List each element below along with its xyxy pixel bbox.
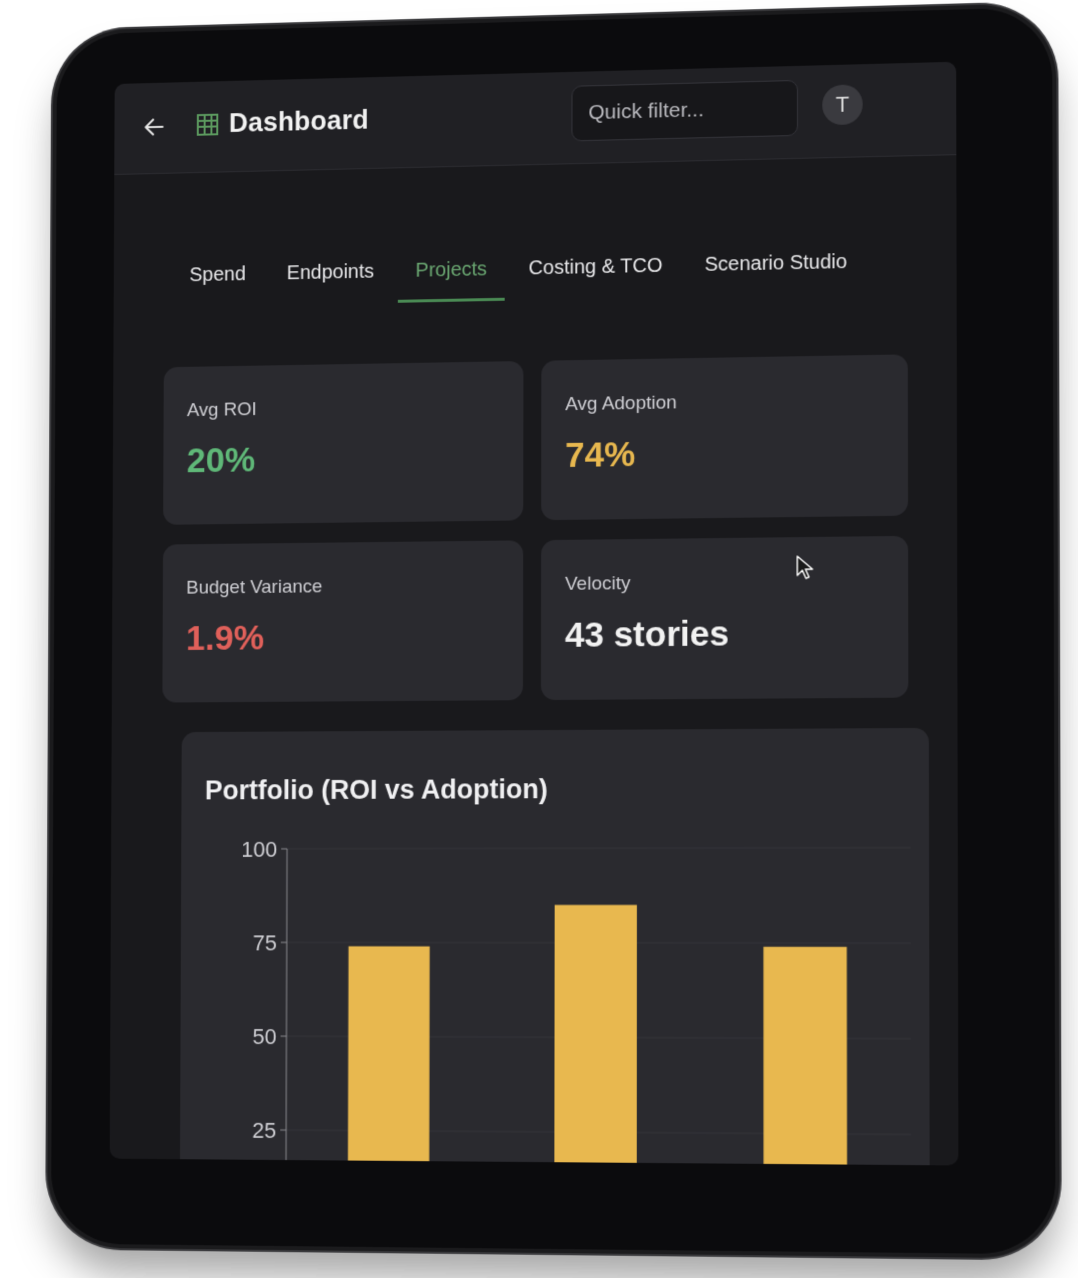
page-title: Dashboard — [228, 104, 369, 138]
table-grid-icon — [196, 112, 219, 136]
portfolio-bar-chart: 25 50 75 100 — [241, 839, 930, 1166]
title-group: Dashboard — [196, 105, 369, 140]
tab-scenario-studio[interactable]: Scenario Studio — [687, 251, 866, 298]
tab-costing-tco[interactable]: Costing & TCO — [511, 254, 681, 300]
metric-value: 20% — [186, 440, 256, 481]
quick-filter-input[interactable] — [571, 79, 799, 142]
y-tick-label: 75 — [253, 930, 277, 955]
tab-bar: Spend Endpoints Projects Costing & TCO S… — [172, 250, 872, 307]
mouse-cursor-icon — [796, 555, 814, 581]
y-axis-line — [286, 849, 287, 1166]
bar — [763, 946, 848, 1166]
bar — [347, 946, 430, 1166]
metric-label: Velocity — [565, 573, 631, 595]
metric-value: 1.9% — [185, 618, 265, 658]
portfolio-chart-panel: Portfolio (ROI vs Adoption) 25 50 75 100 — [179, 727, 930, 1166]
gridline — [287, 848, 911, 849]
metric-card-budget-variance: Budget Variance 1.9% — [162, 540, 524, 703]
app-screen: Dashboard T Spend Endpoints Projects Cos… — [109, 61, 959, 1166]
back-button[interactable] — [140, 112, 169, 142]
bar — [554, 904, 637, 1166]
y-tick-label: 25 — [252, 1118, 276, 1143]
tab-endpoints[interactable]: Endpoints — [269, 260, 392, 305]
metric-value: 43 stories — [564, 614, 730, 655]
avatar[interactable]: T — [822, 84, 863, 126]
metric-value: 74% — [565, 435, 636, 475]
metric-label: Avg ROI — [186, 399, 257, 422]
metric-card-velocity: Velocity 43 stories — [540, 535, 909, 701]
metric-card-avg-adoption: Avg Adoption 74% — [541, 354, 909, 521]
arrow-left-icon — [142, 114, 167, 140]
tab-spend[interactable]: Spend — [172, 263, 264, 307]
y-tick-label: 100 — [241, 839, 277, 861]
metric-card-avg-roi: Avg ROI 20% — [163, 361, 524, 525]
top-bar: Dashboard T — [114, 61, 957, 175]
tablet-frame: Dashboard T Spend Endpoints Projects Cos… — [50, 6, 1056, 1255]
chart-title: Portfolio (ROI vs Adoption) — [204, 774, 548, 806]
tab-projects[interactable]: Projects — [398, 258, 505, 303]
metric-label: Avg Adoption — [565, 392, 677, 416]
y-tick-label: 50 — [253, 1024, 277, 1049]
metric-label: Budget Variance — [186, 576, 323, 599]
